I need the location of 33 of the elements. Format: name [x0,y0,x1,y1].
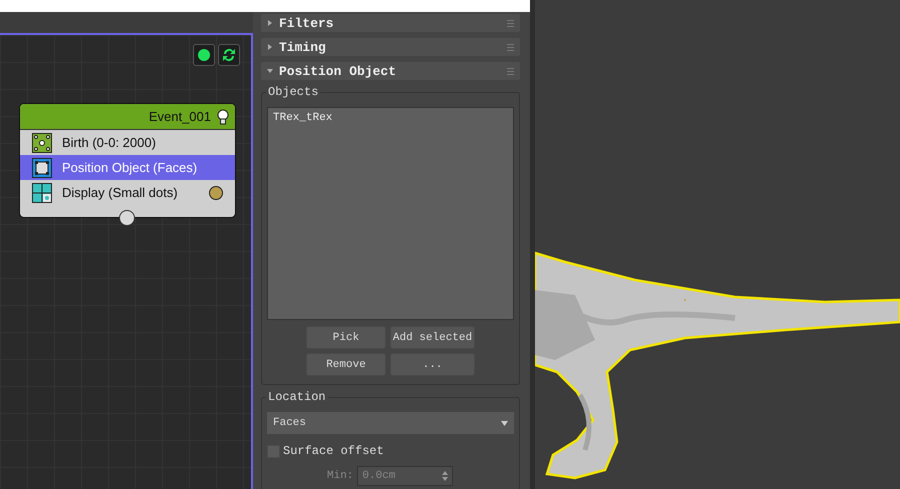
rollout-header[interactable]: Position Object [261,62,520,80]
operator-item[interactable]: Birth (0-0: 2000) [20,130,235,155]
location-dropdown[interactable]: Faces [267,412,514,434]
group-label: Objects [266,85,320,99]
action-button[interactable]: Remove [306,353,386,376]
grip-icon[interactable] [507,68,514,74]
rollout-header[interactable]: Filters [261,14,520,32]
rollout-header[interactable]: Timing [261,38,520,56]
refresh-icon [221,47,237,63]
birth-icon [32,132,52,152]
dot-icon [198,49,210,61]
surface-offset-checkbox[interactable]: Surface offset [267,444,514,458]
field-label: Min: [327,470,354,482]
action-button[interactable]: Pick [306,326,386,349]
dropdown-arrow-icon [501,420,508,426]
action-button[interactable]: Add selected [390,326,475,349]
grip-icon[interactable] [507,44,514,50]
action-button[interactable]: ... [390,353,475,376]
spinner-arrows-icon [442,471,448,481]
play-toggle-button[interactable] [193,44,215,66]
grip-icon[interactable] [507,20,514,26]
output-socket[interactable] [119,210,135,226]
refresh-button[interactable] [218,44,240,66]
position-icon [32,158,52,178]
objects-list[interactable]: TRex_tRex [267,107,514,320]
display-icon [32,182,52,202]
event-node[interactable]: Event_001 Birth (0-0: 2000) Position Object (Faces) Display (Small dots) [19,103,236,218]
display-color-icon [209,186,223,200]
event-title: Event_001 [148,109,211,124]
light-bulb-icon[interactable] [217,108,229,124]
operator-item[interactable]: Position Object (Faces) [20,155,235,180]
list-item[interactable]: TRex_tRex [273,112,508,124]
operator-item[interactable]: Display (Small dots) [20,180,235,205]
